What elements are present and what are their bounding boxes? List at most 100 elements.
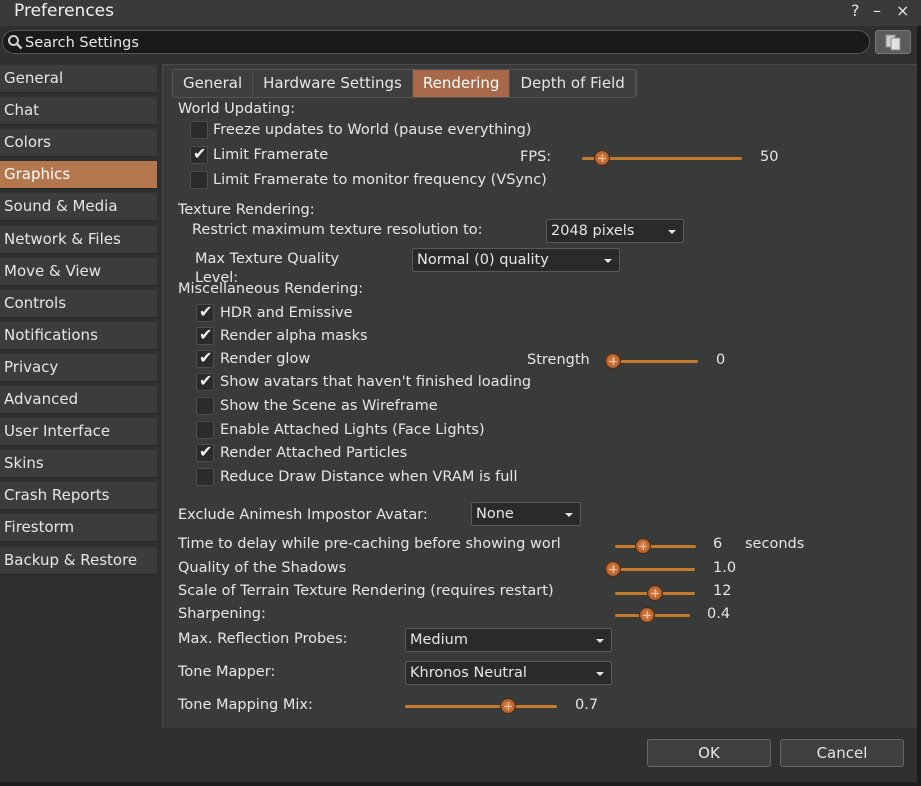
show-avatars-that-haven-t-finished-loading-label: Show avatars that haven't finished loadi… <box>220 374 532 390</box>
chevron-down-icon <box>604 259 612 263</box>
search-input[interactable] <box>25 33 825 52</box>
sidebar-item-sound-media[interactable]: Sound & Media <box>0 193 157 222</box>
tone-mix-value: 0.7 <box>575 697 599 713</box>
exclude-animesh-dropdown[interactable]: None <box>471 502 581 526</box>
chevron-down-icon <box>596 639 604 643</box>
copy-search-button[interactable] <box>875 30 911 54</box>
texture-quality-dropdown[interactable]: Normal (0) quality <box>412 248 620 272</box>
tone-mix-label: Tone Mapping Mix: <box>178 697 313 713</box>
sidebar-item-privacy[interactable]: Privacy <box>0 353 157 382</box>
minimize-icon[interactable]: – <box>873 1 881 20</box>
limit-framerate-label: Limit Framerate <box>213 147 329 163</box>
shadow-quality-slider-handle[interactable] <box>605 561 621 577</box>
shadow-quality-value: 1.0 <box>713 560 737 576</box>
tone-mapper-label: Tone Mapper: <box>178 664 276 680</box>
fps-value: 50 <box>760 149 779 165</box>
reflection-probes-dropdown[interactable]: Medium <box>405 628 612 652</box>
checkmark-icon: ✔ <box>199 348 213 367</box>
sharpening-slider-handle[interactable] <box>638 607 655 623</box>
restrict-texture-label: Restrict maximum texture resolution to: <box>192 222 483 238</box>
enable-attached-lights-face-lights-label: Enable Attached Lights (Face Lights) <box>220 422 485 438</box>
sidebar-item-graphics[interactable]: Graphics <box>0 161 157 190</box>
precache-label: Time to delay while pre-caching before s… <box>178 536 561 552</box>
precache-unit: seconds <box>745 536 805 552</box>
precache-value: 6 <box>713 536 723 552</box>
checkmark-icon: ✔ <box>199 371 213 390</box>
search-bar[interactable] <box>2 30 870 54</box>
reduce-draw-distance-when-vram-is-full-checkbox[interactable]: ✔ <box>196 468 214 486</box>
glow-strength-value: 0 <box>716 352 726 368</box>
vsync-checkbox[interactable]: ✔ <box>190 171 208 189</box>
chevron-down-icon <box>565 513 573 517</box>
show-the-scene-as-wireframe-checkbox[interactable]: ✔ <box>196 397 214 415</box>
shadow-quality-label: Quality of the Shadows <box>178 560 347 576</box>
sidebar-item-chat[interactable]: Chat <box>0 97 157 126</box>
sidebar-item-general[interactable]: General <box>0 65 157 93</box>
reflection-probes-label: Max. Reflection Probes: <box>178 631 348 647</box>
tone-mapper-value: Khronos Neutral <box>410 665 527 681</box>
checkmark-icon: ✔ <box>199 302 213 321</box>
limit-framerate-checkbox[interactable]: ✔ <box>190 144 208 164</box>
close-icon[interactable]: × <box>896 1 909 20</box>
chevron-down-icon <box>596 672 604 676</box>
fps-slider-handle[interactable] <box>593 150 610 166</box>
texture-resolution-value: 2048 pixels <box>551 223 635 239</box>
reduce-draw-distance-when-vram-is-full-label: Reduce Draw Distance when VRAM is full <box>220 469 518 485</box>
tab-hardware-settings[interactable]: Hardware Settings <box>253 70 413 97</box>
misc-rendering-heading: Miscellaneous Rendering: <box>178 281 364 297</box>
tone-mapper-dropdown[interactable]: Khronos Neutral <box>405 661 612 685</box>
tab-depth-of-field[interactable]: Depth of Field <box>510 70 636 97</box>
sharpening-label: Sharpening: <box>178 606 266 622</box>
render-attached-particles-checkbox[interactable]: ✔ <box>196 442 214 462</box>
hdr-and-emissive-label: HDR and Emissive <box>220 305 353 321</box>
cancel-button[interactable]: Cancel <box>780 739 904 767</box>
terrain-scale-value: 12 <box>713 583 732 599</box>
glow-strength-label: Strength <box>527 352 590 368</box>
sidebar-item-advanced[interactable]: Advanced <box>0 386 157 414</box>
help-icon[interactable]: ? <box>851 1 860 20</box>
render-alpha-masks-label: Render alpha masks <box>220 328 368 344</box>
tab-rendering[interactable]: Rendering <box>412 70 511 97</box>
sharpening-value: 0.4 <box>707 606 731 622</box>
sidebar-item-skins[interactable]: Skins <box>0 450 157 479</box>
glow-strength-slider-handle[interactable] <box>605 353 621 369</box>
sidebar-item-notifications[interactable]: Notifications <box>0 321 157 350</box>
sidebar-item-network-files[interactable]: Network & Files <box>0 225 157 254</box>
show-avatars-that-haven-t-finished-loading-checkbox[interactable]: ✔ <box>196 371 214 391</box>
chevron-down-icon <box>668 230 676 234</box>
freeze-checkbox[interactable]: ✔ <box>190 121 208 139</box>
exclude-animesh-value: None <box>476 506 514 522</box>
sidebar-item-backup-restore[interactable]: Backup & Restore <box>0 546 157 575</box>
sidebar-item-user-interface[interactable]: User Interface <box>0 418 157 447</box>
checkmark-icon: ✔ <box>193 144 207 163</box>
terrain-scale-slider-handle[interactable] <box>647 585 663 601</box>
render-attached-particles-label: Render Attached Particles <box>220 445 408 461</box>
tone-mix-slider-track[interactable] <box>405 705 557 708</box>
enable-attached-lights-face-lights-checkbox[interactable]: ✔ <box>196 421 214 439</box>
render-alpha-masks-checkbox[interactable]: ✔ <box>196 325 214 345</box>
sidebar-item-crash-reports[interactable]: Crash Reports <box>0 482 157 511</box>
sidebar-item-controls[interactable]: Controls <box>0 289 157 318</box>
fps-label: FPS: <box>520 149 552 165</box>
ok-button[interactable]: OK <box>647 739 771 767</box>
copy-icon <box>885 34 901 51</box>
sidebar-item-move-view[interactable]: Move & View <box>0 257 157 286</box>
sidebar-item-colors[interactable]: Colors <box>0 129 157 158</box>
precache-slider-track[interactable] <box>615 545 696 548</box>
texture-rendering-heading: Texture Rendering: <box>178 202 315 218</box>
freeze-label: Freeze updates to World (pause everythin… <box>213 122 532 138</box>
vsync-label: Limit Framerate to monitor frequency (VS… <box>213 172 547 188</box>
texture-resolution-dropdown[interactable]: 2048 pixels <box>546 219 684 243</box>
terrain-scale-label: Scale of Terrain Texture Rendering (requ… <box>178 583 554 599</box>
world-updating-heading: World Updating: <box>178 101 296 117</box>
tab-bar: General Hardware Settings Rendering Depth o… <box>172 69 637 98</box>
tab-general[interactable]: General <box>173 70 254 97</box>
render-glow-checkbox[interactable]: ✔ <box>196 348 214 368</box>
checkmark-icon: ✔ <box>199 442 213 461</box>
max-texture-quality-label: Max Texture Quality <box>195 251 340 267</box>
hdr-and-emissive-checkbox[interactable]: ✔ <box>196 302 214 322</box>
precache-slider-handle[interactable] <box>634 538 651 554</box>
sidebar-item-firestorm[interactable]: Firestorm <box>0 514 157 543</box>
texture-quality-value: Normal (0) quality <box>417 252 549 268</box>
search-icon <box>8 35 23 50</box>
